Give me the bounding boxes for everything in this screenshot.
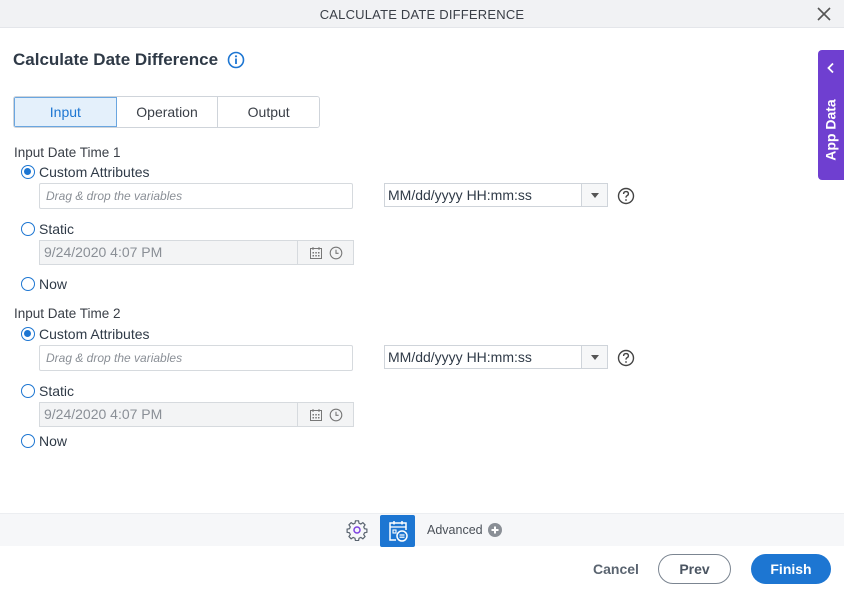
help-icon[interactable] xyxy=(617,187,635,205)
format-value: MM/dd/yyyy HH:mm:ss xyxy=(388,349,532,365)
advanced-toggle[interactable]: Advanced xyxy=(427,523,502,537)
radio-label: Static xyxy=(39,383,75,399)
radio-checked-icon xyxy=(21,327,35,341)
calendar-operation-icon xyxy=(388,521,408,542)
plus-circle-icon xyxy=(487,523,502,537)
dialog-title: CALCULATE DATE DIFFERENCE xyxy=(319,7,525,22)
input-date-time-1-label: Input Date Time 1 xyxy=(14,145,121,160)
tab-operation[interactable]: Operation xyxy=(116,97,219,127)
prev-button[interactable]: Prev xyxy=(658,554,731,584)
app-data-label: App Data xyxy=(823,99,840,161)
radio-label: Now xyxy=(39,276,68,292)
input2-now-radio[interactable]: Now xyxy=(21,433,67,449)
tab-output[interactable]: Output xyxy=(218,97,319,127)
radio-label: Custom Attributes xyxy=(39,326,150,342)
input2-static-datetime-field[interactable]: 9/24/2020 4:07 PM xyxy=(39,402,354,427)
page-title: Calculate Date Difference xyxy=(13,50,219,69)
clock-icon[interactable] xyxy=(329,246,343,260)
datetime-value: 9/24/2020 4:07 PM xyxy=(44,244,163,260)
datetime-value: 9/24/2020 4:07 PM xyxy=(44,406,163,422)
radio-unchecked-icon xyxy=(21,222,35,236)
input-date-time-2-label: Input Date Time 2 xyxy=(14,306,121,321)
bottom-toolbar: Advanced xyxy=(0,513,844,547)
dialog-titlebar: CALCULATE DATE DIFFERENCE xyxy=(0,0,844,28)
info-icon[interactable] xyxy=(227,51,245,69)
calendar-icon[interactable] xyxy=(309,246,323,260)
input1-custom-attributes-radio[interactable]: Custom Attributes xyxy=(21,164,150,180)
radio-label: Now xyxy=(39,433,68,449)
help-icon[interactable] xyxy=(617,349,635,367)
finish-button[interactable]: Finish xyxy=(751,554,831,584)
chevron-down-icon[interactable] xyxy=(581,184,607,206)
close-icon[interactable] xyxy=(814,4,834,24)
clock-icon[interactable] xyxy=(329,408,343,422)
calendar-icon[interactable] xyxy=(309,408,323,422)
radio-label: Static xyxy=(39,221,75,237)
step-tabs: Input Operation Output xyxy=(13,96,320,128)
app-data-panel-toggle[interactable]: App Data xyxy=(818,50,844,180)
input1-format-select[interactable]: MM/dd/yyyy HH:mm:ss xyxy=(384,183,608,207)
tab-input[interactable]: Input xyxy=(14,97,117,127)
input1-variable-drop-field[interactable]: Drag & drop the variables xyxy=(39,183,353,209)
radio-unchecked-icon xyxy=(21,277,35,291)
input2-static-radio[interactable]: Static xyxy=(21,383,74,399)
gear-icon[interactable] xyxy=(346,519,368,541)
advanced-label: Advanced xyxy=(427,523,483,537)
format-value: MM/dd/yyyy HH:mm:ss xyxy=(388,187,532,203)
radio-unchecked-icon xyxy=(21,434,35,448)
input2-custom-attributes-radio[interactable]: Custom Attributes xyxy=(21,326,150,342)
radio-checked-icon xyxy=(21,165,35,179)
input1-now-radio[interactable]: Now xyxy=(21,276,67,292)
input1-static-radio[interactable]: Static xyxy=(21,221,74,237)
radio-label: Custom Attributes xyxy=(39,164,150,180)
input1-static-datetime-field[interactable]: 9/24/2020 4:07 PM xyxy=(39,240,354,265)
cancel-button[interactable]: Cancel xyxy=(585,554,647,584)
date-calculation-button[interactable] xyxy=(380,515,415,547)
radio-unchecked-icon xyxy=(21,384,35,398)
chevron-left-icon xyxy=(827,62,834,74)
input2-variable-drop-field[interactable]: Drag & drop the variables xyxy=(39,345,353,371)
chevron-down-icon[interactable] xyxy=(581,346,607,368)
input2-format-select[interactable]: MM/dd/yyyy HH:mm:ss xyxy=(384,345,608,369)
